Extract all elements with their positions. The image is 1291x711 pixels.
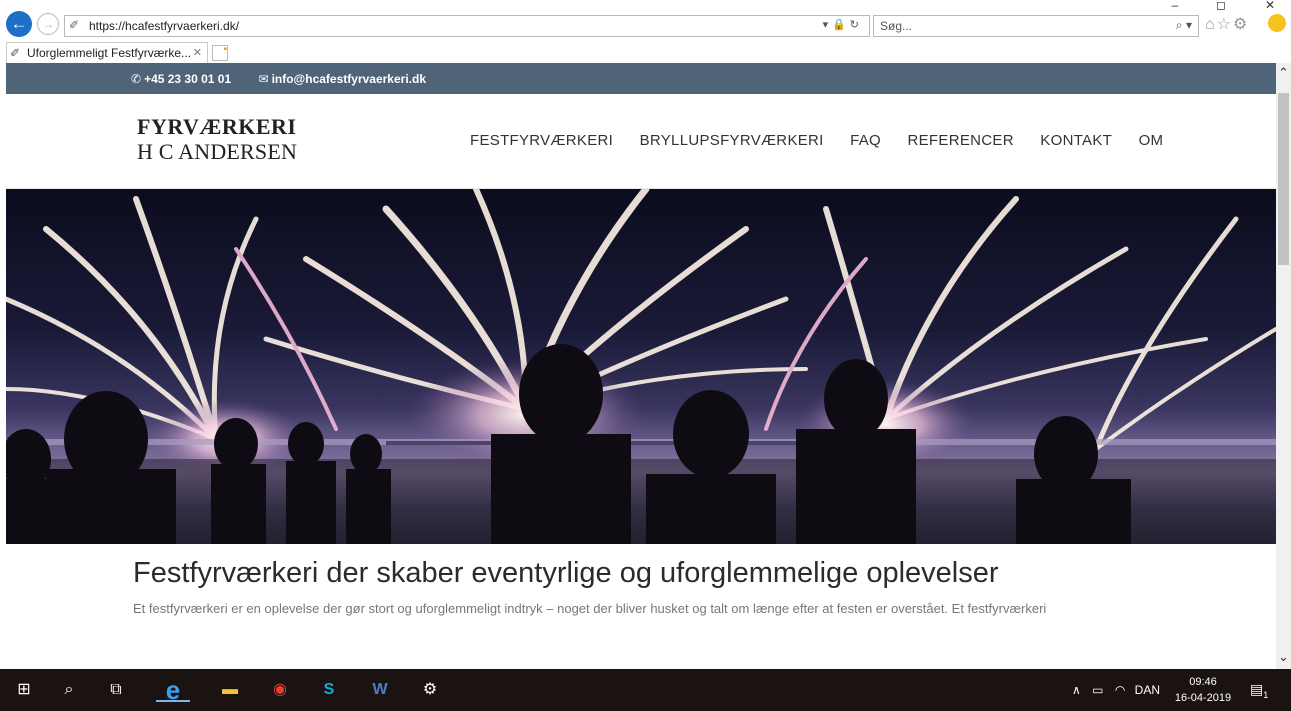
- webpage: ✆ +45 23 30 01 01 ✉ info@hcafestfyrvaerker…: [6, 63, 1276, 669]
- scroll-up-icon[interactable]: ⌃: [1276, 65, 1291, 81]
- search-icon[interactable]: ⌕: [57, 678, 81, 702]
- file-explorer-icon[interactable]: ▬: [218, 678, 242, 702]
- home-favorites-settings-icons[interactable]: ⌂☆⚙: [1205, 14, 1249, 34]
- url-text[interactable]: https://hcafestfyrvaerkeri.dk/: [89, 19, 239, 33]
- nav-kontakt[interactable]: KONTAKT: [1040, 132, 1112, 149]
- wifi-icon[interactable]: ◠: [1115, 683, 1125, 697]
- tab-close-icon[interactable]: ✕: [193, 46, 202, 59]
- tab-row: ✐ Uforglemmeligt Festfyrværke... ✕ ▪: [0, 40, 1291, 63]
- internet-explorer-icon[interactable]: e: [156, 677, 190, 703]
- chrome-icon[interactable]: ◉: [268, 678, 292, 702]
- phone-link[interactable]: ✆ +45 23 30 01 01: [131, 72, 243, 86]
- envelope-icon: ✉: [258, 72, 269, 86]
- nav-faq[interactable]: FAQ: [850, 132, 881, 149]
- address-row: ← → ✐ https://hcafestfyrvaerkeri.dk/ ▾🔒↻…: [0, 0, 1291, 40]
- browser-tab[interactable]: ✐ Uforglemmeligt Festfyrværke... ✕: [6, 42, 208, 63]
- email-link[interactable]: ✉ info@hcafestfyrvaerkeri.dk: [259, 72, 439, 86]
- site-favicon-icon: ✐: [69, 18, 80, 32]
- minimize-button[interactable]: –: [1160, 0, 1190, 12]
- search-icon[interactable]: ⌕ ▾: [1176, 18, 1192, 33]
- address-bar[interactable]: ✐ https://hcafestfyrvaerkeri.dk/ ▾🔒↻: [64, 15, 870, 37]
- clock-date: 16-04-2019: [1174, 692, 1232, 704]
- new-tab-button[interactable]: ▪: [212, 45, 228, 61]
- notifications-icon[interactable]: ▤1: [1250, 681, 1268, 700]
- logo-line1: FYRVÆRKERI: [137, 114, 297, 139]
- nav-bryllupsfyrvaerkeri[interactable]: BRYLLUPSFYRVÆRKERI: [640, 132, 824, 149]
- contact-info: ✆ +45 23 30 01 01 ✉ info@hcafestfyrvaerker…: [131, 72, 450, 86]
- nav-referencer[interactable]: REFERENCER: [907, 132, 1013, 149]
- scroll-down-icon[interactable]: ⌄: [1276, 649, 1291, 665]
- contact-bar: ✆ +45 23 30 01 01 ✉ info@hcafestfyrvaerker…: [6, 63, 1276, 94]
- feedback-smiley-icon[interactable]: [1268, 14, 1286, 32]
- scroll-thumb[interactable]: [1278, 93, 1289, 265]
- browser-chrome: ← → ✐ https://hcafestfyrvaerkeri.dk/ ▾🔒↻…: [0, 0, 1291, 63]
- settings-icon[interactable]: ⚙: [418, 678, 442, 702]
- tab-title[interactable]: Uforglemmeligt Festfyrværke...: [27, 46, 191, 60]
- forward-button[interactable]: →: [37, 13, 59, 35]
- tab-favicon-icon: ✐: [10, 46, 21, 60]
- nav-festfyrvaerkeri[interactable]: FESTFYRVÆRKERI: [470, 132, 613, 149]
- word-icon[interactable]: W: [368, 678, 392, 702]
- clock[interactable]: 09:46 16-04-2019: [1168, 674, 1238, 706]
- search-input[interactable]: Søg...: [880, 19, 912, 33]
- page-headline: Festfyrværkeri der skaber eventyrlige og…: [133, 557, 999, 589]
- clock-time: 09:46: [1189, 676, 1217, 688]
- windows-taskbar: ⊞ ⌕ ⧉ e ▬ ◉ S W ⚙ ∧ ▭ ◠ DAN 09:46 16-04-…: [0, 669, 1291, 711]
- chevron-up-icon[interactable]: ∧: [1072, 683, 1081, 697]
- site-logo[interactable]: FYRVÆRKERI H C ANDERSEN: [137, 115, 297, 165]
- windows-start-icon[interactable]: ⊞: [12, 678, 36, 702]
- main-nav: FESTFYRVÆRKERI BRYLLUPSFYRVÆRKERI FAQ RE…: [470, 132, 1185, 150]
- battery-icon[interactable]: ▭: [1092, 683, 1103, 697]
- hero-image: [6, 189, 1276, 544]
- lock-refresh-icons[interactable]: ▾🔒↻: [823, 18, 863, 31]
- skype-icon[interactable]: S: [317, 678, 341, 702]
- notification-count: 1: [1263, 689, 1269, 700]
- logo-line2: H C ANDERSEN: [137, 139, 298, 164]
- page-scrollbar[interactable]: ⌃ ⌄: [1276, 63, 1291, 669]
- restore-button[interactable]: ◻: [1206, 0, 1236, 12]
- intro-text: Et festfyrværkeri er en oplevelse der gø…: [133, 601, 1047, 616]
- system-tray[interactable]: ∧ ▭ ◠ DAN: [1072, 683, 1160, 697]
- back-button[interactable]: ←: [6, 11, 32, 37]
- phone-icon: ✆: [131, 72, 142, 86]
- search-box[interactable]: Søg... ⌕ ▾: [873, 15, 1199, 37]
- close-window-button[interactable]: ✕: [1255, 0, 1285, 12]
- nav-om[interactable]: OM: [1139, 132, 1164, 149]
- task-view-icon[interactable]: ⧉: [104, 678, 128, 702]
- language-indicator[interactable]: DAN: [1135, 683, 1160, 697]
- fireworks-illustration: [6, 189, 1276, 544]
